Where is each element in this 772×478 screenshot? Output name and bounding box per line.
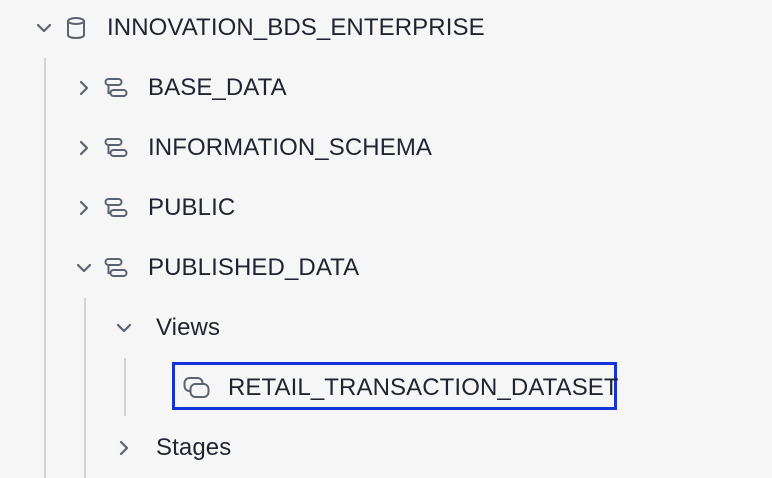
tree-item-schema-public[interactable]: PUBLIC — [0, 188, 320, 228]
object-explorer-tree: INNOVATION_BDS_ENTERPRISE BASE_DATA INFO… — [0, 0, 772, 478]
tree-item-label: PUBLIC — [148, 194, 236, 221]
tree-item-schema-information-schema[interactable]: INFORMATION_SCHEMA — [0, 128, 520, 168]
tree-item-label: INNOVATION_BDS_ENTERPRISE — [107, 14, 485, 41]
tree-item-view-retail-transaction-dataset[interactable]: RETAIL_TRANSACTION_DATASET — [0, 368, 619, 408]
database-icon — [67, 17, 85, 40]
tree-item-label: INFORMATION_SCHEMA — [148, 134, 433, 161]
tree-item-label: Views — [156, 314, 221, 341]
tree-item-label: BASE_DATA — [148, 74, 287, 101]
chevron-down-icon[interactable] — [34, 18, 54, 38]
schema-icon — [104, 198, 128, 217]
schema-icon — [104, 258, 128, 277]
chevron-right-icon[interactable] — [74, 138, 94, 158]
tree-item-stages-folder[interactable]: Stages — [0, 428, 320, 468]
tree-item-schema-published-data[interactable]: PUBLISHED_DATA — [0, 248, 420, 288]
tree-item-views-folder[interactable]: Views — [0, 308, 320, 348]
tree-item-label: RETAIL_TRANSACTION_DATASET — [228, 374, 619, 401]
chevron-right-icon[interactable] — [114, 438, 134, 458]
chevron-right-icon[interactable] — [74, 78, 94, 98]
tree-item-database[interactable]: INNOVATION_BDS_ENTERPRISE — [0, 8, 520, 48]
tree-item-label: Stages — [156, 434, 232, 461]
chevron-right-icon[interactable] — [74, 198, 94, 218]
tree-item-schema-base-data[interactable]: BASE_DATA — [0, 68, 420, 108]
tree-item-label: PUBLISHED_DATA — [148, 254, 360, 281]
schema-icon — [104, 138, 128, 157]
chevron-down-icon[interactable] — [114, 318, 134, 338]
chevron-down-icon[interactable] — [74, 258, 94, 278]
view-icon — [183, 377, 210, 398]
schema-icon — [104, 78, 128, 97]
